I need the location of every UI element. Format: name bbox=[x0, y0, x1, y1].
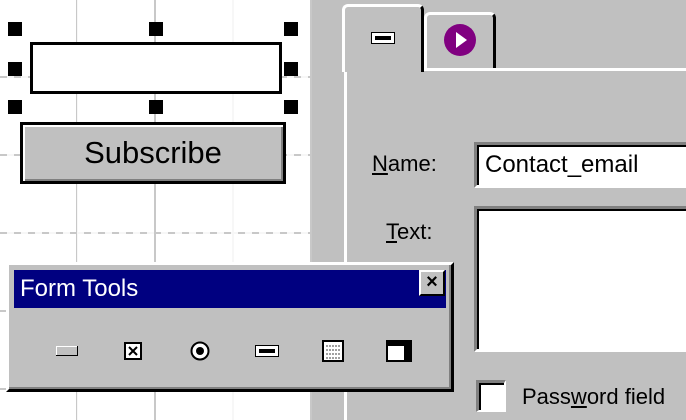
checkbox-tool-icon[interactable] bbox=[115, 335, 151, 367]
resize-handle-top-left[interactable] bbox=[8, 22, 22, 36]
form-tools-title: Form Tools bbox=[20, 275, 139, 302]
password-field-label: Password field bbox=[522, 384, 666, 409]
form-tools-palette[interactable]: Form Tools × bbox=[6, 262, 454, 392]
resize-handle-top-center[interactable] bbox=[149, 22, 163, 36]
resize-handle-bottom-center[interactable] bbox=[149, 100, 163, 114]
tab-textfield[interactable] bbox=[342, 4, 424, 72]
name-label: Name: bbox=[372, 151, 437, 176]
resize-handle-top-right[interactable] bbox=[284, 22, 298, 36]
selected-textfield-widget[interactable] bbox=[30, 42, 282, 94]
password-field-checkbox[interactable] bbox=[476, 380, 506, 412]
textfield-tool-icon[interactable] bbox=[249, 335, 285, 367]
name-field[interactable]: Contact_email bbox=[474, 142, 686, 188]
resize-handle-bottom-left[interactable] bbox=[8, 100, 22, 114]
listbox-tool-icon[interactable] bbox=[315, 335, 351, 367]
resize-handle-bottom-right[interactable] bbox=[284, 100, 298, 114]
dropdown-tool-icon[interactable] bbox=[381, 335, 417, 367]
button-tool-icon[interactable] bbox=[49, 335, 85, 367]
textfield-tab-icon bbox=[371, 31, 395, 49]
text-field[interactable] bbox=[474, 206, 686, 352]
subscribe-button-label: Subscribe bbox=[84, 135, 222, 170]
form-tools-titlebar[interactable]: Form Tools bbox=[14, 270, 446, 308]
radio-tool-icon[interactable] bbox=[182, 335, 218, 367]
tab-actions[interactable] bbox=[424, 12, 496, 70]
close-icon[interactable]: × bbox=[419, 270, 445, 296]
actions-tab-icon bbox=[443, 23, 477, 62]
text-label: Text: bbox=[386, 219, 433, 244]
resize-handle-middle-left[interactable] bbox=[8, 62, 22, 76]
subscribe-button-widget[interactable]: Subscribe bbox=[20, 122, 286, 184]
resize-handle-middle-right[interactable] bbox=[284, 62, 298, 76]
